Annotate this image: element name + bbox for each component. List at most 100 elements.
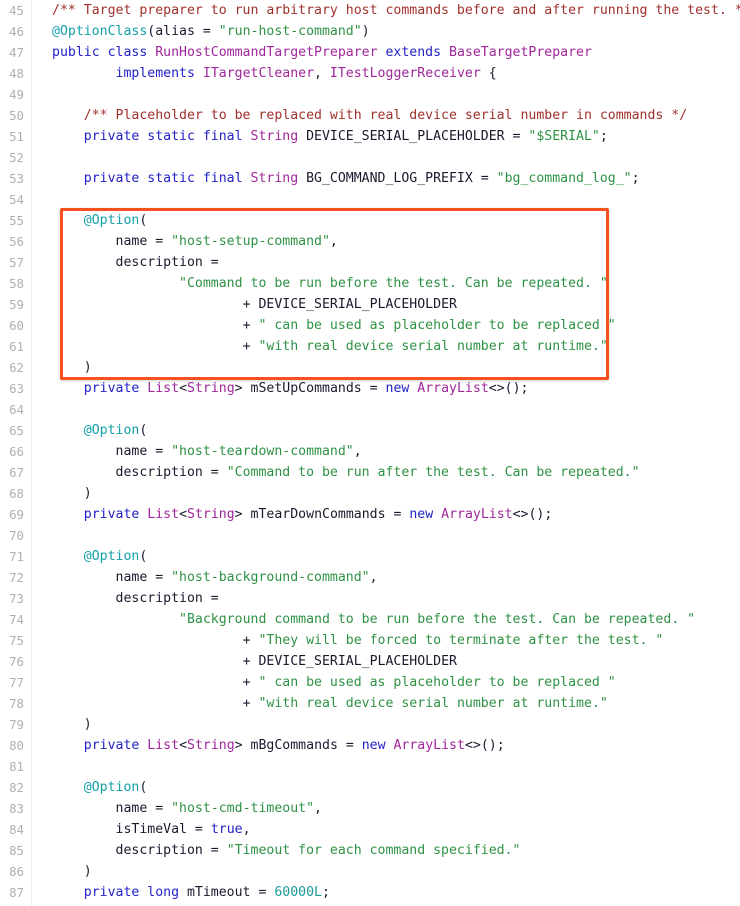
- code-line[interactable]: 68 ): [0, 483, 740, 504]
- token-str: "Background command to be run before the…: [179, 612, 696, 627]
- token-pln: description: [52, 255, 211, 270]
- line-content: name = "host-teardown-command",: [24, 441, 362, 462]
- code-line[interactable]: 73 description =: [0, 588, 740, 609]
- token-pln: alias: [155, 24, 203, 39]
- line-number: 78: [9, 696, 24, 711]
- token-pln: [52, 108, 84, 123]
- token-op: +: [242, 297, 259, 312]
- line-content: "Command to be run before the test. Can …: [24, 273, 608, 294]
- code-line[interactable]: 86 ): [0, 861, 740, 882]
- code-line[interactable]: 59 + DEVICE_SERIAL_PLACEHOLDER: [0, 294, 740, 315]
- code-line[interactable]: 51 private static final String DEVICE_SE…: [0, 126, 740, 147]
- code-line[interactable]: 72 name = "host-background-command",: [0, 567, 740, 588]
- token-op: ): [83, 360, 92, 375]
- code-line[interactable]: 54: [0, 189, 740, 210]
- code-line[interactable]: 75 + "They will be forced to terminate a…: [0, 630, 740, 651]
- line-number: 63: [9, 381, 24, 396]
- token-str: "host-teardown-command": [171, 444, 354, 459]
- code-line[interactable]: 77 + " can be used as placeholder to be …: [0, 672, 740, 693]
- code-line[interactable]: 82 @Option(: [0, 777, 740, 798]
- line-number: 75: [9, 633, 24, 648]
- line-content: private static final String DEVICE_SERIA…: [24, 126, 608, 147]
- code-line[interactable]: 83 name = "host-cmd-timeout",: [0, 798, 740, 819]
- code-line[interactable]: 67 description = "Command to be run afte…: [0, 462, 740, 483]
- code-line[interactable]: 65 @Option(: [0, 420, 740, 441]
- code-line[interactable]: 52: [0, 147, 740, 168]
- line-content: @Option(: [24, 546, 148, 567]
- code-line[interactable]: 48 implements ITargetCleaner, ITestLogge…: [0, 63, 740, 84]
- code-line[interactable]: 56 name = "host-setup-command",: [0, 231, 740, 252]
- line-content: private List<String> mSetUpCommands = ne…: [24, 378, 529, 399]
- code-line[interactable]: 64: [0, 399, 740, 420]
- token-key: public class: [52, 45, 156, 60]
- token-pln: [52, 129, 84, 144]
- line-number: 69: [9, 507, 24, 522]
- code-line[interactable]: 61 + "with real device serial number at …: [0, 336, 740, 357]
- code-line[interactable]: 74 "Background command to be run before …: [0, 609, 740, 630]
- token-op: ,: [242, 822, 251, 837]
- code-line[interactable]: 87 private long mTimeout = 60000L;: [0, 882, 740, 903]
- line-content: + " can be used as placeholder to be rep…: [24, 315, 616, 336]
- code-line[interactable]: 63 private List<String> mSetUpCommands =…: [0, 378, 740, 399]
- line-content: + DEVICE_SERIAL_PLACEHOLDER: [24, 651, 457, 672]
- token-str: "bg_command_log_": [496, 171, 632, 186]
- token-str: "host-setup-command": [171, 234, 330, 249]
- code-line[interactable]: 45 /** Target preparer to run arbitrary h…: [0, 0, 740, 21]
- code-line[interactable]: 80 private List<String> mBgCommands = ne…: [0, 735, 740, 756]
- code-line[interactable]: 76 + DEVICE_SERIAL_PLACEHOLDER: [0, 651, 740, 672]
- token-pln: mTearDownCommands: [250, 507, 394, 522]
- token-op: ,: [353, 444, 362, 459]
- code-line[interactable]: 62 ): [0, 357, 740, 378]
- code-line[interactable]: 78 + "with real device serial number at …: [0, 693, 740, 714]
- token-op: ;: [631, 171, 640, 186]
- code-line[interactable]: 53 private static final String BG_COMMAN…: [0, 168, 740, 189]
- token-op: =: [210, 255, 219, 270]
- token-op: =: [258, 885, 275, 900]
- token-str: "Command to be run before the test. Can …: [179, 276, 608, 291]
- token-pln: [52, 654, 243, 669]
- line-number: 68: [9, 486, 24, 501]
- line-number: 46: [9, 24, 24, 39]
- code-line[interactable]: 81: [0, 756, 740, 777]
- token-num: 60000L: [274, 885, 322, 900]
- code-line[interactable]: 71 @Option(: [0, 546, 740, 567]
- token-key: private: [83, 381, 148, 396]
- code-line[interactable]: 60 + " can be used as placeholder to be …: [0, 315, 740, 336]
- line-content: /** Target preparer to run arbitrary hos…: [24, 0, 740, 21]
- token-str: "with real device serial number at runti…: [258, 339, 608, 354]
- token-typ: BaseTargetPreparer: [449, 45, 592, 60]
- line-number: 47: [9, 45, 24, 60]
- code-line[interactable]: 58 "Command to be run before the test. C…: [0, 273, 740, 294]
- token-typ: String: [187, 507, 235, 522]
- token-pln: name: [52, 801, 156, 816]
- line-content: name = "host-cmd-timeout",: [24, 798, 322, 819]
- line-number: 55: [9, 213, 24, 228]
- code-line[interactable]: 79 ): [0, 714, 740, 735]
- code-line[interactable]: 85 description = "Timeout for each comma…: [0, 840, 740, 861]
- token-op: +: [242, 339, 259, 354]
- code-viewer[interactable]: 45 /** Target preparer to run arbitrary h…: [0, 0, 740, 906]
- line-number: 77: [9, 675, 24, 690]
- code-line[interactable]: 46 @OptionClass(alias = "run-host-command…: [0, 21, 740, 42]
- code-line[interactable]: 69 private List<String> mTearDownCommand…: [0, 504, 740, 525]
- code-line[interactable]: 47 public class RunHostCommandTargetPrepa…: [0, 42, 740, 63]
- token-op: =: [155, 234, 172, 249]
- code-line[interactable]: 66 name = "host-teardown-command",: [0, 441, 740, 462]
- line-number: 84: [9, 822, 24, 837]
- code-line[interactable]: 70: [0, 525, 740, 546]
- token-op: =: [194, 822, 211, 837]
- line-content: isTimeVal = true,: [24, 819, 251, 840]
- token-pln: [52, 696, 243, 711]
- code-line[interactable]: 50 /** Placeholder to be replaced with r…: [0, 105, 740, 126]
- code-line[interactable]: 84 isTimeVal = true,: [0, 819, 740, 840]
- code-line[interactable]: 55 @Option(: [0, 210, 740, 231]
- token-typ: List: [147, 738, 180, 753]
- token-op: =: [202, 24, 219, 39]
- code-line[interactable]: 49: [0, 84, 740, 105]
- code-line[interactable]: 57 description =: [0, 252, 740, 273]
- line-number: 72: [9, 570, 24, 585]
- line-number: 45: [9, 3, 24, 18]
- line-number: 71: [9, 549, 24, 564]
- token-pln: [52, 549, 84, 564]
- token-pln: [52, 360, 84, 375]
